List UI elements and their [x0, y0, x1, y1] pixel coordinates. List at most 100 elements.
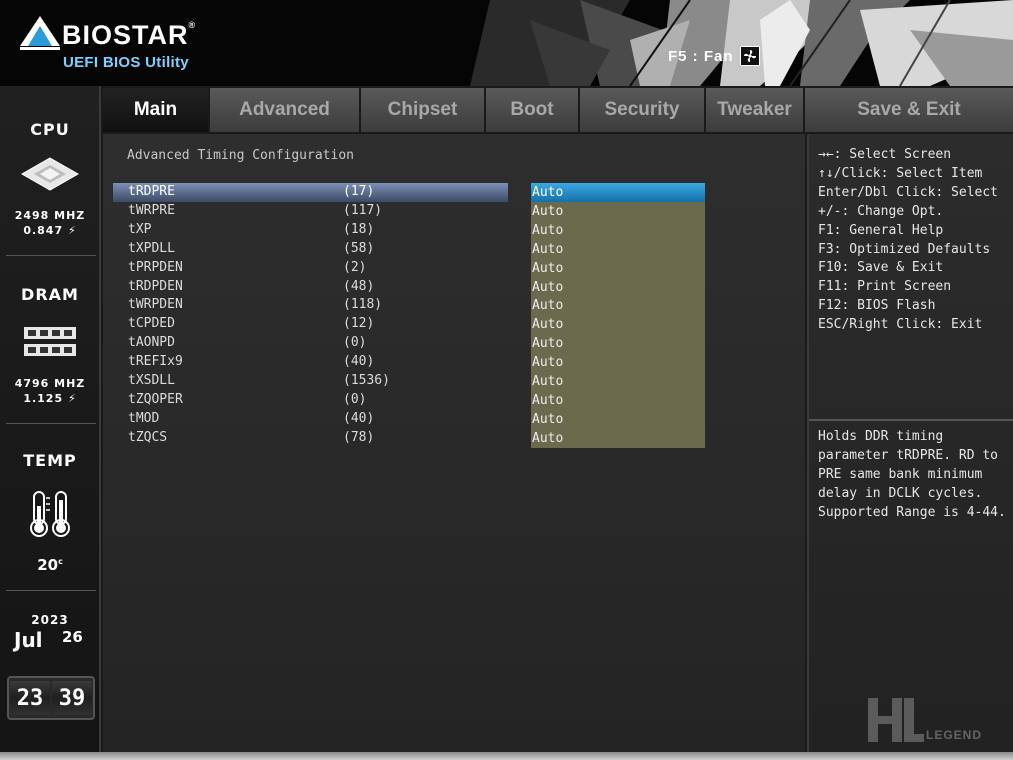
setting-option-field[interactable]: Auto [531, 296, 705, 316]
tab-bar: Main Advanced Chipset Boot Security Twea… [103, 88, 1013, 132]
tab-advanced[interactable]: Advanced [210, 88, 361, 132]
tab-tweaker[interactable]: Tweaker [706, 88, 805, 132]
key-hint: F11: Print Screen [818, 279, 952, 295]
setting-current-value: (0) [343, 391, 367, 407]
settings-panel: Advanced Timing Configuration tRDPRE (17)… [103, 134, 805, 752]
biostar-logo: BIOSTAR® UEFI BIOS Utility [20, 14, 210, 76]
setting-current-value: (17) [343, 184, 375, 199]
setting-current-value: (2) [343, 259, 367, 275]
watermark-word: LEGEND [926, 728, 983, 742]
setting-option-field[interactable]: Auto [531, 428, 705, 448]
setting-row-twrpden[interactable]: tWRPDEN (118) Auto [113, 296, 705, 316]
date-day: 26 [62, 628, 83, 646]
setting-current-value: (78) [343, 429, 375, 445]
key-hint: ESC/Right Click: Exit [818, 317, 983, 333]
temp-title: TEMP [23, 451, 77, 470]
key-hint: Enter/Dbl Click: Select [818, 184, 999, 200]
key-hint: ↑↓/Click: Select Item [818, 165, 983, 181]
dram-voltage: 1.125 ⚡ [0, 391, 100, 406]
setting-current-value: (0) [343, 335, 367, 351]
setting-row-trefix9[interactable]: tREFIx9 (40) Auto [113, 353, 705, 373]
key-hint: F3: Optimized Defaults [818, 241, 991, 257]
setting-row-twrpre[interactable]: tWRPRE (117) Auto [113, 201, 705, 221]
help-panel: →←: Select Screen ↑↓/Click: Select Item En… [807, 134, 1013, 752]
setting-option-field[interactable]: Auto [531, 315, 705, 335]
setting-current-value: (58) [343, 240, 375, 256]
setting-option-field[interactable]: Auto [531, 183, 705, 202]
item-help-text: Holds DDR timing parameter tRDPRE. RD to… [818, 429, 1006, 520]
setting-current-value: (1536) [343, 373, 390, 388]
setting-option-field[interactable]: Auto [531, 390, 705, 410]
temperature-unit: c [58, 557, 63, 566]
setting-current-value: (40) [343, 354, 375, 370]
setting-name: tXPDLL [128, 240, 175, 256]
setting-current-value: (118) [343, 297, 383, 313]
setting-option-field[interactable]: Auto [531, 258, 705, 278]
setting-option-field[interactable]: Auto [531, 409, 705, 429]
setting-current-value: (117) [343, 202, 383, 218]
setting-row-trdpre[interactable]: tRDPRE (17) Auto [113, 183, 705, 202]
setting-row-trdpden[interactable]: tRDPDEN (48) Auto [113, 277, 705, 297]
cpu-title: CPU [30, 120, 70, 139]
tab-save-exit[interactable]: Save & Exit [805, 88, 1013, 132]
setting-name: tWRPDEN [128, 297, 183, 313]
dram-module-icon [24, 327, 76, 356]
tab-security[interactable]: Security [580, 88, 706, 132]
status-sidebar: CPU 2498 MHZ 0.847 ⚡ DRAM 4796 MHZ 1.125… [0, 86, 101, 760]
setting-row-txp[interactable]: tXP (18) Auto [113, 220, 705, 240]
cpu-chip-icon [20, 157, 80, 191]
setting-name: tRDPRE [128, 184, 175, 199]
tab-main[interactable]: Main [103, 88, 210, 132]
setting-option-field[interactable]: Auto [531, 220, 705, 240]
clock-minutes: 39 [52, 681, 92, 715]
brand-subtitle: UEFI BIOS Utility [63, 54, 189, 71]
setting-option-field[interactable]: Auto [531, 201, 705, 221]
fan-icon [739, 46, 760, 66]
clock-display: 23 39 [7, 676, 95, 720]
header-banner: BIOSTAR® UEFI BIOS Utility F5 : Fan [0, 0, 1013, 86]
dram-title: DRAM [21, 285, 79, 304]
setting-name: tZQCS [128, 429, 168, 445]
setting-row-txsdll[interactable]: tXSDLL (1536) Auto [113, 372, 705, 391]
sidebar-divider [6, 423, 96, 424]
setting-option-field[interactable]: Auto [531, 334, 705, 354]
setting-name: tRDPDEN [128, 278, 183, 294]
registered-mark: ® [188, 20, 197, 30]
setting-row-tcpded[interactable]: tCPDED (12) Auto [113, 315, 705, 335]
sidebar-divider [6, 590, 96, 591]
key-hint: F1: General Help [818, 222, 944, 238]
setting-current-value: (18) [343, 221, 375, 237]
setting-option-field[interactable]: Auto [531, 372, 705, 391]
biostar-logo-icon [20, 16, 60, 50]
sidebar-divider [6, 255, 96, 256]
setting-row-tzqoper[interactable]: tZQOPER (0) Auto [113, 390, 705, 410]
setting-current-value: (48) [343, 278, 375, 294]
fan-hotkey[interactable]: F5 : Fan [668, 46, 760, 66]
setting-option-field[interactable]: Auto [531, 277, 705, 297]
setting-row-taonpd[interactable]: tAONPD (0) Auto [113, 334, 705, 354]
setting-name: tMOD [128, 410, 160, 426]
tab-boot[interactable]: Boot [486, 88, 580, 132]
cpu-voltage: 0.847 ⚡ [0, 223, 100, 238]
setting-row-tmod[interactable]: tMOD (40) Auto [113, 409, 705, 429]
date-month: Jul [14, 628, 43, 652]
setting-option-field[interactable]: Auto [531, 353, 705, 373]
key-hint: +/-: Change Opt. [818, 203, 944, 219]
setting-row-txpdll[interactable]: tXPDLL (58) Auto [113, 239, 705, 259]
dram-voltage-value: 1.125 [23, 392, 64, 405]
temperature-value: 20 [37, 556, 59, 574]
setting-name: tXP [128, 221, 152, 237]
help-divider [809, 419, 1013, 421]
dram-frequency: 4796 MHZ [14, 377, 86, 390]
setting-current-value: (40) [343, 410, 375, 426]
setting-row-tzqcs[interactable]: tZQCS (78) Auto [113, 428, 705, 448]
bottom-bar [0, 752, 1013, 760]
date-year: 2023 [31, 613, 69, 627]
fan-hotkey-label: F5 : Fan [668, 47, 734, 65]
section-title: Advanced Timing Configuration [127, 148, 354, 163]
tab-chipset[interactable]: Chipset [361, 88, 486, 132]
setting-option-field[interactable]: Auto [531, 239, 705, 259]
setting-row-tprpden[interactable]: tPRPDEN (2) Auto [113, 258, 705, 278]
header-art-graphic [470, 0, 1013, 86]
lightning-icon: ⚡ [67, 224, 77, 237]
